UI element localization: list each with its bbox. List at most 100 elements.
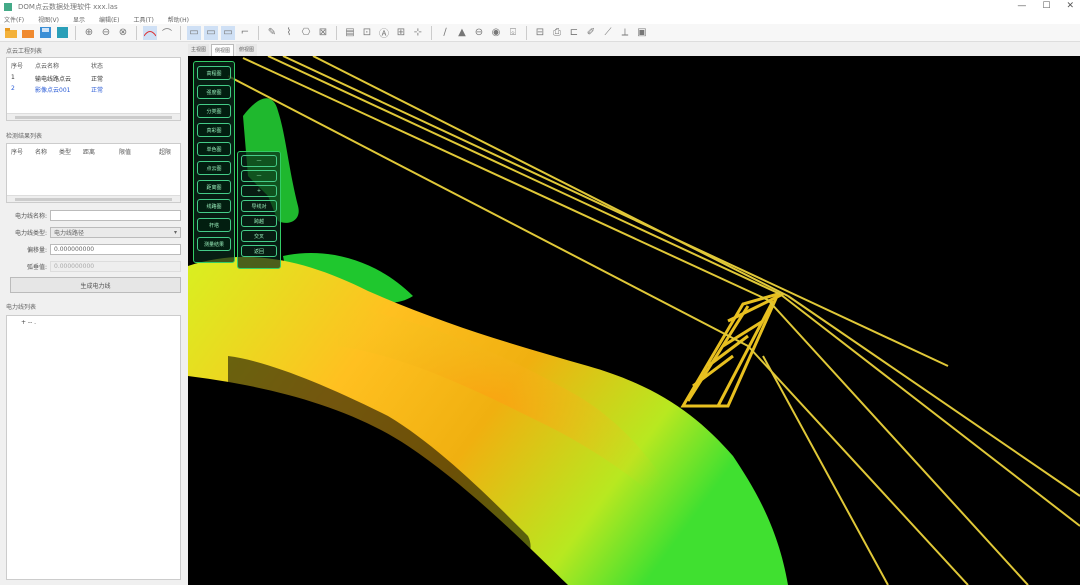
point-cloud-render xyxy=(188,56,1080,585)
row-status: 正常 xyxy=(91,87,104,94)
edit-icon[interactable]: ✎ xyxy=(265,26,279,40)
col-header-type[interactable]: 类型 xyxy=(59,147,83,156)
point-icon[interactable]: ⊡ xyxy=(360,26,374,40)
box-select-icon[interactable]: ▭ xyxy=(187,25,201,40)
menu-file[interactable]: 文件(F) xyxy=(4,15,24,24)
folder-open-icon[interactable] xyxy=(4,26,18,40)
toolbar: ⊕ ⊖ ⊗ ⌒ ▭ ▭ ▭ ⌐ ✎ ⌇ ⎔ ⊠ ▤ ⊡ Ⓐ ⊞ ⊹ ∕ ▲ ⊖ … xyxy=(0,24,1080,42)
filter-icon[interactable]: ⌺ xyxy=(506,26,520,40)
axis-icon[interactable]: ⟂ xyxy=(618,26,632,40)
layer-icon[interactable]: ▤ xyxy=(343,26,357,40)
maximize-button[interactable]: ☐ xyxy=(1042,1,1050,11)
save-icon[interactable] xyxy=(38,26,52,40)
line-type-select[interactable]: 电力线路径 ▾ xyxy=(50,226,181,238)
menu-display[interactable]: 显示 xyxy=(73,15,85,24)
line-list-title: 电力线列表 xyxy=(6,304,37,311)
distance-map-button[interactable]: 距离图 xyxy=(197,180,231,194)
report-icon[interactable]: ▣ xyxy=(635,26,649,40)
col-header-over[interactable]: 超限 xyxy=(159,147,171,156)
true-color-button[interactable]: 真彩图 xyxy=(197,123,231,137)
close-button[interactable]: ✕ xyxy=(1066,1,1074,11)
vertical-icon[interactable]: ∕ xyxy=(438,26,452,40)
zoom-in-icon[interactable]: ⊕ xyxy=(82,26,96,40)
clip-icon[interactable]: ⌐ xyxy=(238,26,252,40)
intersection-button[interactable]: 交叉 xyxy=(241,230,277,242)
sub-tool-button[interactable]: + xyxy=(241,185,277,197)
section-icon[interactable]: ⊏ xyxy=(567,26,581,40)
curve-icon[interactable] xyxy=(143,25,157,40)
fit-icon[interactable]: ⊗ xyxy=(116,26,130,40)
title-bar: DOM点云数据处理软件 xxx.las — ☐ ✕ xyxy=(0,0,1080,14)
delete-icon[interactable]: ⊠ xyxy=(316,26,330,40)
window-title: DOM点云数据处理软件 xxx.las xyxy=(18,3,118,11)
height-icon[interactable]: ▲ xyxy=(455,26,469,40)
tab-top-view[interactable]: 俯视图 xyxy=(236,44,258,56)
col-header-name[interactable]: 名称 xyxy=(35,147,59,156)
menu-edit[interactable]: 编辑(E) xyxy=(99,15,119,24)
grid-icon[interactable]: ⊟ xyxy=(533,26,547,40)
line-type-row: 电力线类型: 电力线路径 ▾ xyxy=(6,226,181,238)
brush-icon[interactable]: ⌇ xyxy=(282,26,296,40)
distance-icon[interactable]: ⊖ xyxy=(472,26,486,40)
menu-tools[interactable]: 工具(T) xyxy=(133,15,153,24)
project-list[interactable]: 序号 点云名称 状态 1 输电线路点云 正常 2 影像点云001 正常 xyxy=(6,57,181,121)
sub-tool-button[interactable]: — xyxy=(241,155,277,167)
classification-button[interactable]: 分类图 xyxy=(197,104,231,118)
line-tree[interactable]: + -- . xyxy=(6,315,181,580)
row-name: 影像点云001 xyxy=(35,87,71,94)
horizontal-scrollbar[interactable] xyxy=(7,195,180,202)
sub-tool-button[interactable]: — xyxy=(241,170,277,182)
mono-color-button[interactable]: 单色图 xyxy=(197,142,231,156)
measure-result-button[interactable]: 测量结果 xyxy=(197,237,231,251)
sag-label: 弧垂值: xyxy=(26,263,47,271)
offset-input[interactable]: 0.000000000 xyxy=(50,243,181,255)
transmission-tower xyxy=(680,291,784,408)
tree-root-node[interactable]: + -- . xyxy=(21,319,36,326)
point-cloud-viewport[interactable]: 高程图 强度图 分类图 真彩图 单色图 点云图 距离图 线路图 杆塔 测量结果 … xyxy=(188,56,1080,585)
col-header-name[interactable]: 点云名称 xyxy=(35,61,91,70)
table-row[interactable]: 2 影像点云001 正常 xyxy=(7,84,180,95)
tower-icon[interactable]: Ⓐ xyxy=(377,26,391,40)
line-name-input[interactable] xyxy=(50,209,181,221)
tower-button[interactable]: 杆塔 xyxy=(197,218,231,232)
ruler-icon[interactable]: ⟋ xyxy=(601,26,615,40)
table-row[interactable]: 1 输电线路点云 正常 xyxy=(7,73,180,84)
back-button[interactable]: 返回 xyxy=(241,245,277,257)
elevation-map-button[interactable]: 高程图 xyxy=(197,66,231,80)
row-index: 2 xyxy=(11,85,15,92)
wire-icon[interactable]: ⊹ xyxy=(411,26,425,40)
line-icon[interactable]: ⌒ xyxy=(160,26,174,40)
intensity-map-button[interactable]: 强度图 xyxy=(197,85,231,99)
generate-line-button[interactable]: 生成电力线 xyxy=(10,277,181,293)
menu-view[interactable]: 视图(V) xyxy=(38,15,59,24)
zoom-out-icon[interactable]: ⊖ xyxy=(99,26,113,40)
line-add-icon[interactable]: ⊞ xyxy=(394,26,408,40)
horizontal-scrollbar[interactable] xyxy=(7,113,180,120)
tab-main-view[interactable]: 主视图 xyxy=(188,44,210,56)
folder-icon[interactable] xyxy=(21,26,35,40)
tab-side-view[interactable]: 侧视图 xyxy=(211,44,235,56)
col-header-index[interactable]: 序号 xyxy=(11,61,35,70)
wire-pair-button[interactable]: 导线对 xyxy=(241,200,277,212)
poly-select-icon[interactable]: ▭ xyxy=(221,25,235,40)
sag-row: 弧垂值: 0.000000000 xyxy=(6,260,181,272)
point-cloud-button[interactable]: 点云图 xyxy=(197,161,231,175)
menu-help[interactable]: 帮助(H) xyxy=(168,15,189,24)
eye-icon[interactable]: ◉ xyxy=(489,26,503,40)
col-header-index[interactable]: 序号 xyxy=(11,147,35,156)
col-header-status[interactable]: 状态 xyxy=(91,61,103,70)
measure-icon[interactable]: ⎔ xyxy=(299,26,313,40)
minimize-button[interactable]: — xyxy=(1017,1,1026,11)
col-header-distance[interactable]: 距离 xyxy=(83,147,119,156)
export-icon[interactable] xyxy=(55,26,69,40)
pen-icon[interactable]: ✐ xyxy=(584,26,598,40)
line-type-label: 电力线类型: xyxy=(14,229,47,237)
sag-input[interactable]: 0.000000000 xyxy=(50,260,181,272)
rect-select-icon[interactable]: ▭ xyxy=(204,25,218,40)
line-map-button[interactable]: 线路图 xyxy=(197,199,231,213)
print-icon[interactable]: ⎙ xyxy=(550,26,564,40)
col-header-limit[interactable]: 限值 xyxy=(119,147,159,156)
row-index: 1 xyxy=(11,74,15,81)
check-list[interactable]: 序号 名称 类型 距离 限值 超限 xyxy=(6,143,181,203)
crossing-button[interactable]: 跨越 xyxy=(241,215,277,227)
